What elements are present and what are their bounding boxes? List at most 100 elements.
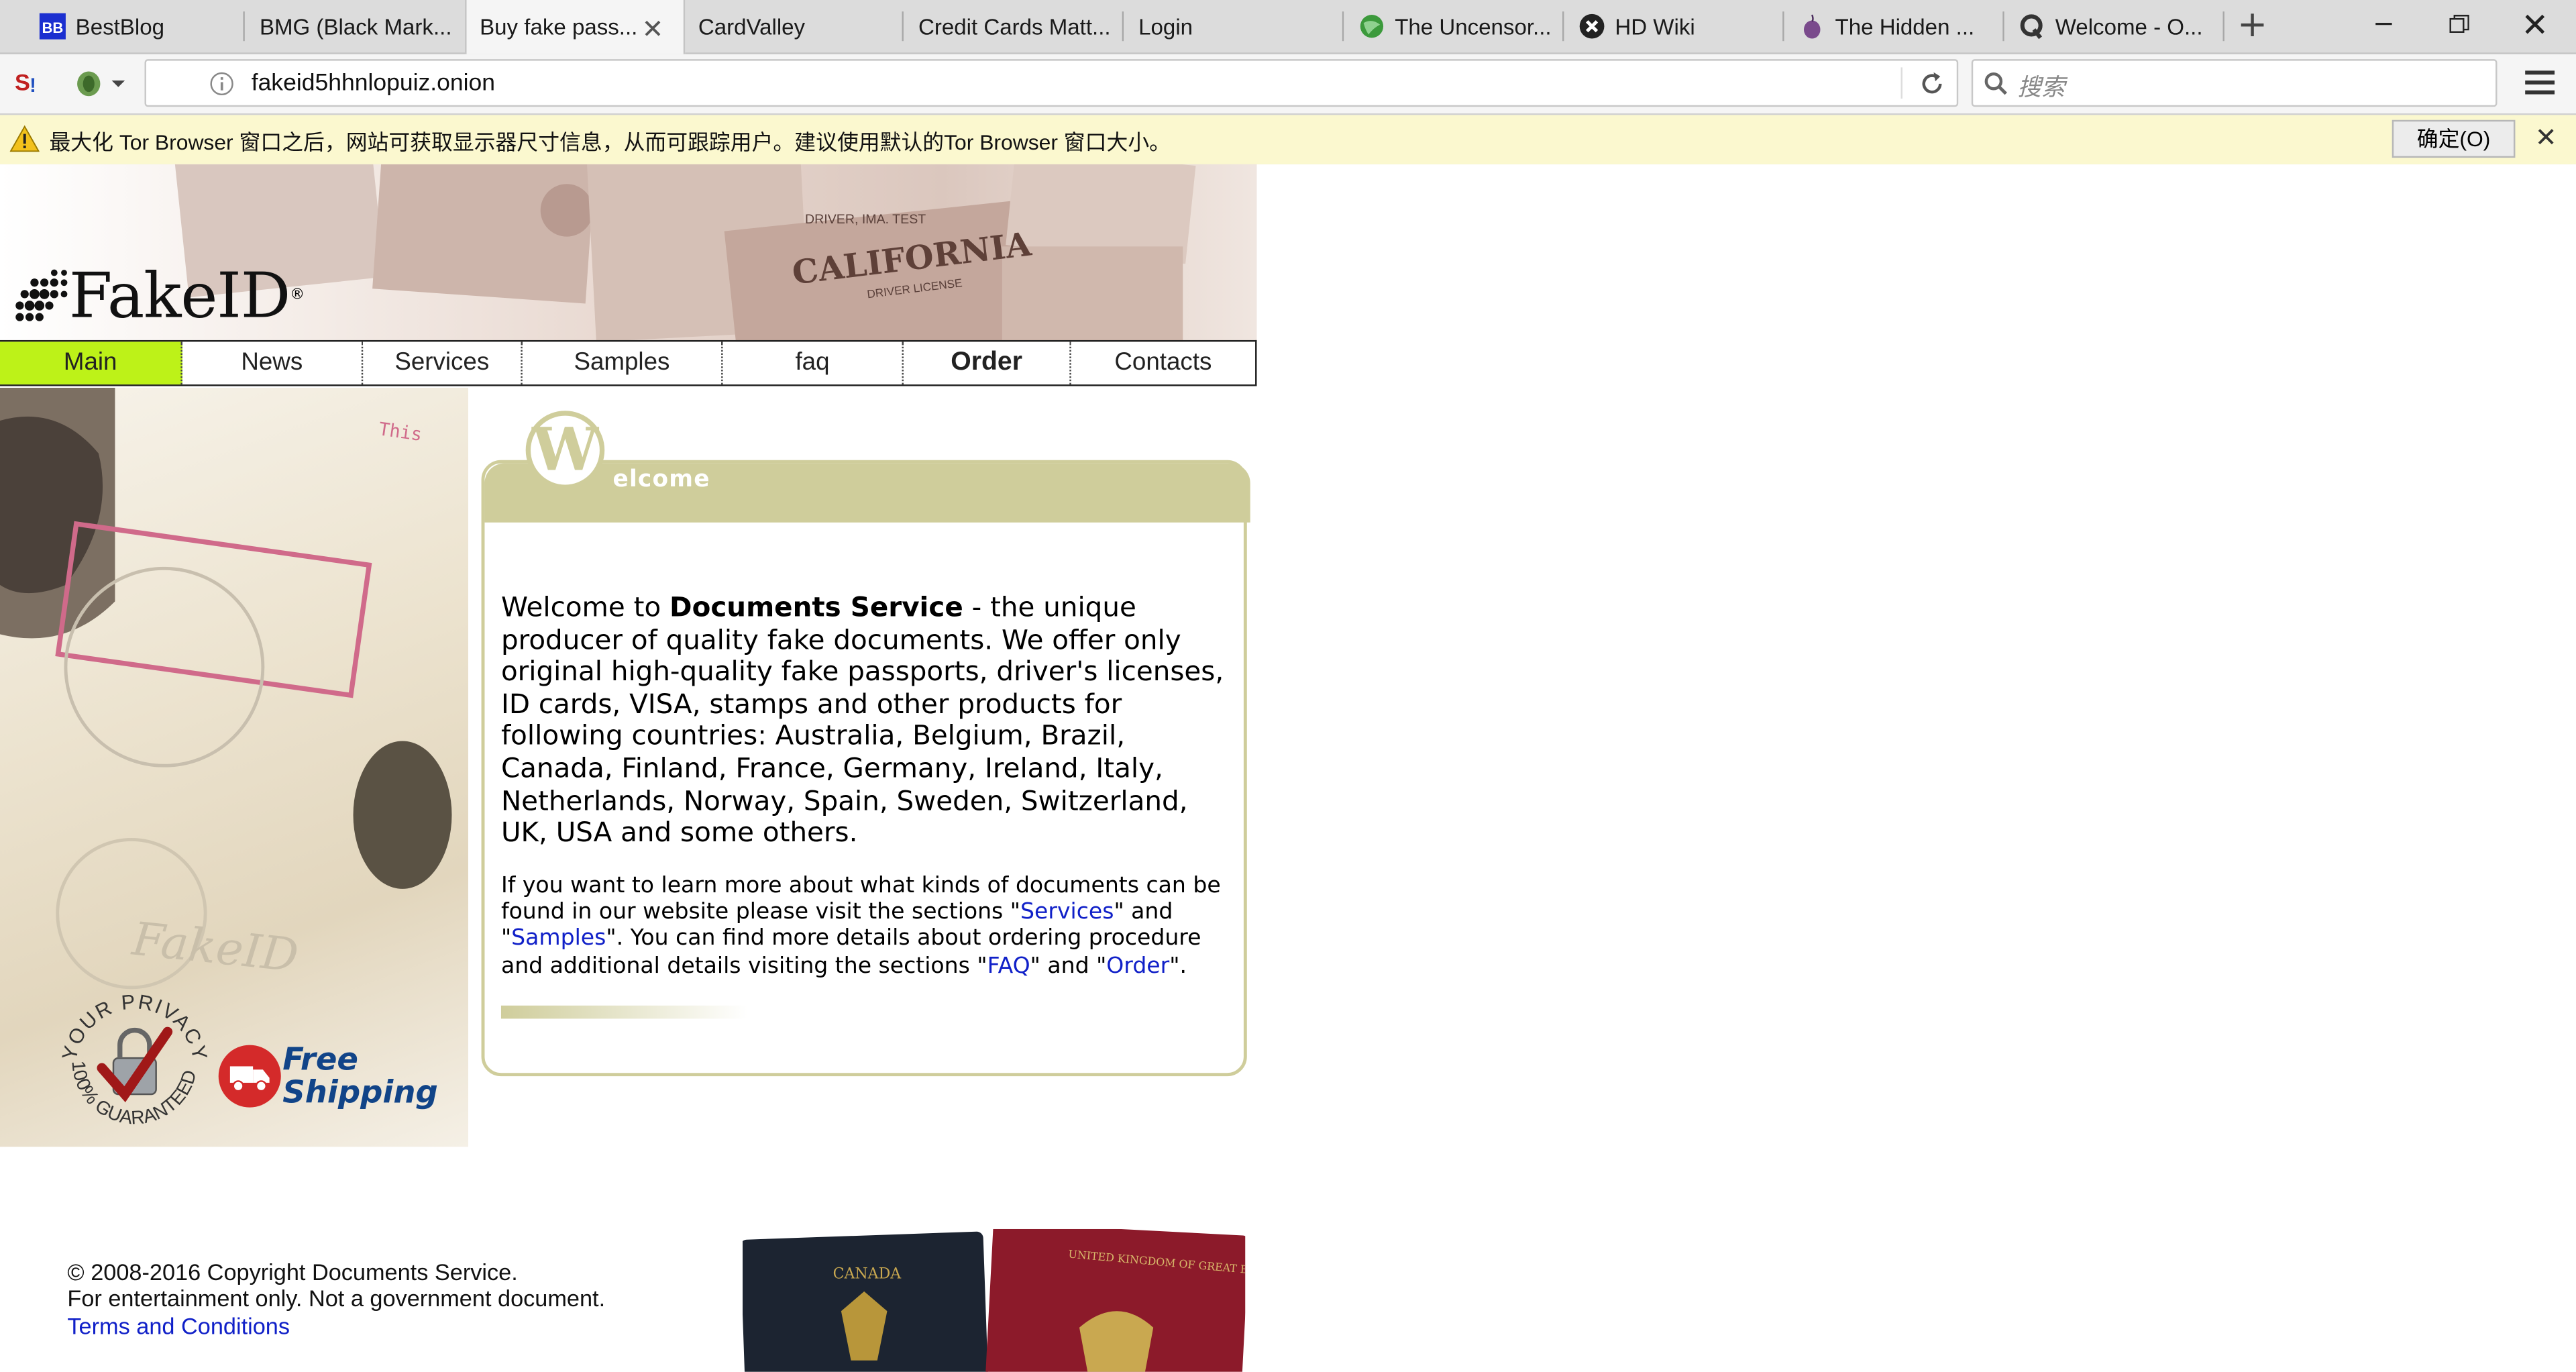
tab-label: Buy fake pass... xyxy=(480,15,638,40)
menu-news[interactable]: News xyxy=(182,341,364,385)
url-text: fakeid5hhnlopuiz.onion xyxy=(251,70,495,97)
intro-text: - the unique producer of quality fake do… xyxy=(500,591,1224,849)
badge-text-top: YOUR PRIVACY xyxy=(58,990,210,1063)
page-footer: © 2008-2016 Copyright Documents Service.… xyxy=(67,1259,605,1339)
welcome-header: elcome xyxy=(484,463,1250,523)
intro-text: Welcome to xyxy=(500,591,670,623)
free-shipping-line: Shipping xyxy=(282,1074,438,1111)
intro-paragraph: Welcome to Documents Service - the uniqu… xyxy=(501,592,1234,849)
tab-separator xyxy=(243,11,245,42)
tab-separator xyxy=(1122,11,1124,42)
tab-strip: BB BestBlog BMG (Black Mark... Buy fake … xyxy=(0,0,2576,54)
logo-text: FakeID xyxy=(68,259,290,332)
tab-hd-wiki[interactable]: HD Wiki xyxy=(1566,0,1784,52)
more-info-paragraph: If you want to learn more about what kin… xyxy=(501,872,1234,980)
welcome-panel: elcome Welcome to Documents Service - th… xyxy=(481,411,1250,1077)
tor-onion-button[interactable] xyxy=(72,66,128,105)
new-tab-button[interactable]: + xyxy=(2231,6,2274,46)
globe-icon xyxy=(1358,13,1385,40)
menu-faq[interactable]: faq xyxy=(723,341,904,385)
onion-icon xyxy=(1799,13,1825,40)
tab-label: Login xyxy=(1138,13,1193,39)
order-link[interactable]: Order xyxy=(1106,953,1169,979)
tab-hidden-wiki[interactable]: The Hidden ... xyxy=(1786,0,2004,52)
svg-text:BB: BB xyxy=(42,19,63,36)
search-placeholder: 搜索 xyxy=(2017,75,2065,102)
site-info-icon[interactable] xyxy=(209,70,235,103)
tab-label: BestBlog xyxy=(75,13,165,39)
free-shipping-line: Free xyxy=(282,1041,358,1078)
services-link[interactable]: Services xyxy=(1020,899,1114,925)
tab-buy-fake-passports[interactable]: Buy fake pass... ✕ xyxy=(465,0,686,54)
tab-login[interactable]: Login xyxy=(1126,0,1344,52)
q-icon xyxy=(2019,13,2045,40)
tab-label: HD Wiki xyxy=(1615,13,1695,39)
search-icon xyxy=(1983,70,2009,103)
tab-label: The Uncensor... xyxy=(1395,13,1552,39)
restore-icon xyxy=(2449,15,2469,33)
tab-uncensored[interactable]: The Uncensor... xyxy=(1346,0,1564,52)
tab-bmg[interactable]: BMG (Black Mark... xyxy=(246,0,465,52)
menu-contacts[interactable]: Contacts xyxy=(1071,341,1255,384)
tab-welcome[interactable]: Welcome - O... xyxy=(2006,0,2224,52)
tab-label: Credit Cards Matt... xyxy=(918,13,1111,39)
site-menu: Main News Services Samples faq Order Con… xyxy=(0,339,1257,386)
tab-separator xyxy=(2222,11,2224,42)
menu-main[interactable]: Main xyxy=(0,341,182,385)
svg-text:S: S xyxy=(15,70,30,96)
menu-samples[interactable]: Samples xyxy=(523,341,723,385)
page-content: DRIVER, IMA. TEST CALIFORNIA DRIVER LICE… xyxy=(0,164,2576,1372)
minimize-button[interactable]: ─ xyxy=(2346,0,2422,52)
terms-link[interactable]: Terms and Conditions xyxy=(67,1312,290,1338)
welcome-body: Welcome to Documents Service - the uniqu… xyxy=(501,592,1234,980)
truck-icon xyxy=(218,1045,281,1108)
svg-text:This: This xyxy=(378,419,424,445)
hamburger-menu-icon[interactable] xyxy=(2525,69,2555,102)
menu-services[interactable]: Services xyxy=(363,341,523,385)
tab-bestblog[interactable]: BB BestBlog xyxy=(26,0,245,52)
tab-label: The Hidden ... xyxy=(1835,13,1975,39)
tab-separator xyxy=(1562,11,1564,42)
notification-message: 最大化 Tor Browser 窗口之后，网站可获取显示器尺寸信息，从而可跟踪用… xyxy=(49,129,1171,155)
noscript-icon[interactable]: S! xyxy=(15,67,48,103)
passport-label: CANADA xyxy=(833,1265,902,1282)
tab-separator xyxy=(902,11,904,42)
tab-label: Welcome - O... xyxy=(2055,13,2203,39)
fakeid-logo[interactable]: FakeID ® xyxy=(13,260,305,332)
close-tab-icon[interactable]: ✕ xyxy=(642,13,664,46)
tab-credit-cards[interactable]: Credit Cards Matt... xyxy=(905,0,1124,52)
tab-separator xyxy=(1342,11,1344,42)
welcome-initial-badge: W xyxy=(525,411,605,490)
tab-label: CardValley xyxy=(698,13,806,39)
x-circle-icon xyxy=(1578,13,1605,40)
url-bar[interactable]: fakeid5hhnlopuiz.onion xyxy=(144,59,1959,107)
search-input[interactable]: 搜索 xyxy=(1971,59,2498,107)
more-text: " and " xyxy=(1030,952,1107,979)
menu-order[interactable]: Order xyxy=(904,341,1071,385)
more-text: ". xyxy=(1169,952,1187,979)
tab-cardvalley[interactable]: CardValley xyxy=(685,0,904,52)
header-banner: DRIVER, IMA. TEST CALIFORNIA DRIVER LICE… xyxy=(0,164,1257,342)
faq-link[interactable]: FAQ xyxy=(987,953,1030,979)
svg-text:!: ! xyxy=(30,74,36,97)
tab-separator xyxy=(1782,11,1784,42)
warning-icon xyxy=(9,125,40,159)
decorative-fade-bar xyxy=(500,1005,748,1019)
notification-close-icon[interactable]: ✕ xyxy=(2535,121,2557,153)
samples-link[interactable]: Samples xyxy=(511,926,606,952)
tab-label: BMG (Black Mark... xyxy=(259,13,452,39)
notification-bar: 最大化 Tor Browser 窗口之后，网站可获取显示器尺寸信息，从而可跟踪用… xyxy=(0,115,2576,166)
collage-watermark: FakeID xyxy=(129,912,301,983)
tab-separator xyxy=(2002,11,2004,42)
passports-image: CANADA UNITED KINGDOM OF GREAT BRITAIN A… xyxy=(742,1228,1246,1372)
welcome-title: elcome xyxy=(612,466,710,493)
free-shipping-text: Free Shipping xyxy=(282,1043,438,1109)
url-divider xyxy=(1900,67,1902,99)
welcome-frame: elcome Welcome to Documents Service - th… xyxy=(481,460,1250,1077)
restore-button[interactable] xyxy=(2422,0,2498,52)
registered-mark: ® xyxy=(290,287,305,305)
logo-dots-icon xyxy=(15,269,68,321)
reload-icon[interactable] xyxy=(1917,69,1947,105)
close-window-button[interactable]: ✕ xyxy=(2497,0,2573,52)
notification-ok-button[interactable]: 确定(O) xyxy=(2392,119,2516,158)
